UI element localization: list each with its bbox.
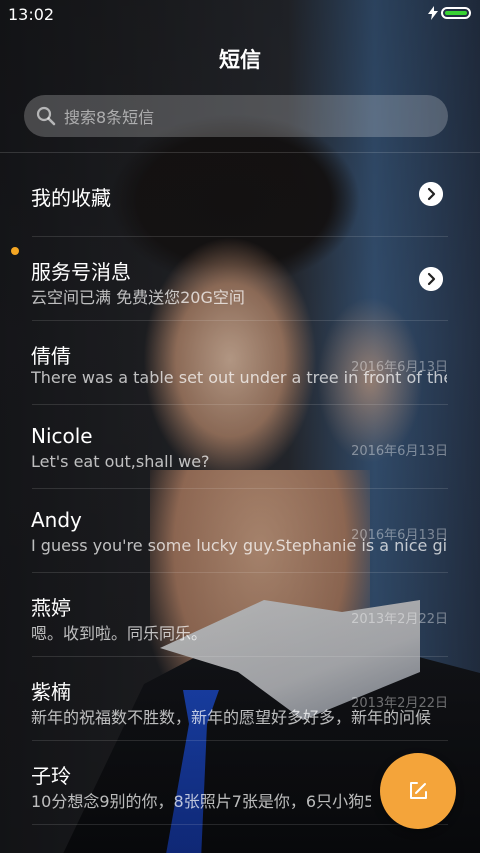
conversation-item[interactable]: Nicole 2016年6月13日 Let's eat out,shall we… (0, 405, 480, 489)
status-bar: 13:02 (0, 0, 480, 30)
conversation-preview: 新年的祝福数不胜数，新年的愿望好多好多，新年的问候 (31, 708, 432, 727)
conversation-item[interactable]: 倩倩 2016年6月13日 There was a table set out … (0, 321, 480, 405)
chevron-right-icon[interactable] (419, 267, 443, 291)
conversation-preview: 嗯。收到啦。同乐同乐。 (31, 624, 208, 643)
conversation-name: 燕婷 (31, 596, 71, 620)
favorites-item[interactable]: 我的收藏 (0, 153, 480, 237)
unread-dot (11, 247, 19, 255)
conversation-name: Andy (31, 508, 82, 532)
conversation-name: 子玲 (31, 764, 71, 788)
search-icon (36, 106, 56, 126)
service-messages-item[interactable]: 服务号消息 云空间已满 免费送您20G空间 (0, 237, 480, 321)
status-time: 13:02 (8, 5, 55, 24)
page-title: 短信 (219, 48, 261, 72)
conversation-preview: There was a table set out under a tree i… (31, 368, 447, 387)
conversation-preview: 10分想念9别的你，8张照片7张是你，6只小狗5只像你 (31, 792, 371, 811)
battery-icon (441, 7, 471, 19)
conversation-preview: Let's eat out,shall we? (31, 452, 210, 471)
conversation-item[interactable]: Andy 2016年6月13日 I guess you're some luck… (0, 489, 480, 573)
conversation-item[interactable]: 紫楠 2013年2月22日 新年的祝福数不胜数，新年的愿望好多好多，新年的问候 (0, 657, 480, 741)
conversation-name: 服务号消息 (31, 260, 131, 284)
conversation-preview: I guess you're some lucky guy.Stephanie … (31, 536, 447, 555)
battery-fill (445, 11, 467, 15)
search-input[interactable] (62, 95, 426, 139)
conversation-preview: 云空间已满 免费送您20G空间 (31, 288, 245, 307)
conversation-list: 我的收藏 服务号消息 云空间已满 免费送您20G空间 倩倩 2016年6月13日… (0, 153, 480, 825)
compose-button[interactable] (380, 753, 456, 829)
conversation-name: 紫楠 (31, 680, 71, 704)
conversation-name: 倩倩 (31, 344, 71, 368)
compose-icon (410, 782, 427, 799)
charging-icon (428, 6, 438, 20)
favorites-label: 我的收藏 (31, 186, 111, 210)
conversation-name: Nicole (31, 424, 93, 448)
search-bar[interactable] (24, 95, 448, 139)
chevron-right-icon[interactable] (419, 182, 443, 206)
conversation-item[interactable]: 燕婷 2013年2月22日 嗯。收到啦。同乐同乐。 (0, 573, 480, 657)
